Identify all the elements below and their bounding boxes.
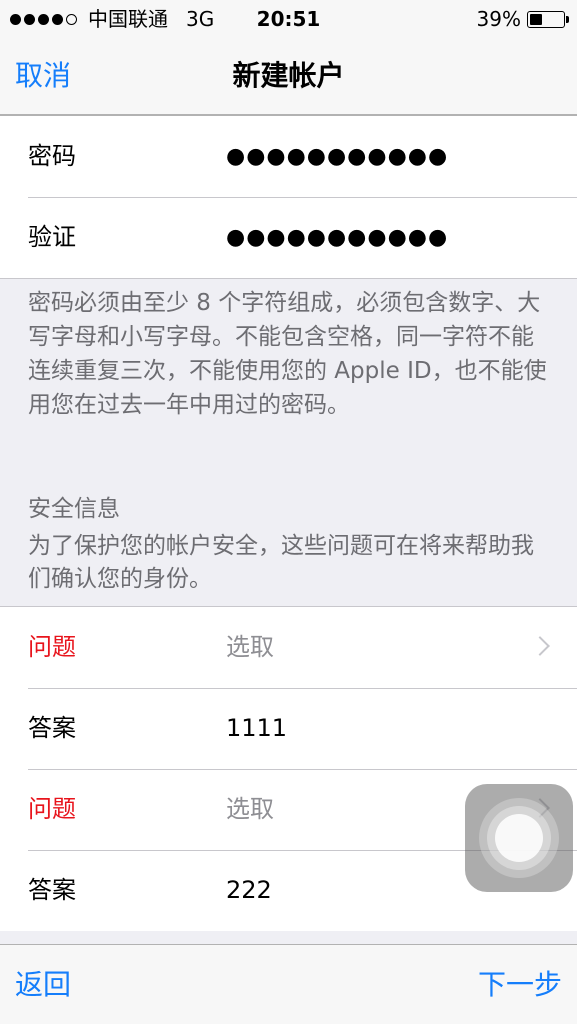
battery-level bbox=[530, 13, 543, 25]
password-group: 密码 ●●●●●●●●●●● 验证 ●●●●●●●●●●● bbox=[0, 116, 577, 279]
back-button[interactable]: 返回 bbox=[15, 945, 71, 1024]
answer-label: 答案 bbox=[28, 876, 76, 904]
next-step-button[interactable]: 下一步 bbox=[478, 945, 562, 1024]
answer-field[interactable]: 222 bbox=[226, 850, 272, 931]
answer-row-1[interactable]: 答案 1111 bbox=[0, 688, 577, 769]
answer-field[interactable]: 1111 bbox=[226, 688, 287, 769]
battery-icon bbox=[527, 10, 569, 28]
password-field[interactable]: ●●●●●●●●●●● bbox=[226, 116, 448, 197]
question-label: 问题 bbox=[28, 795, 76, 823]
status-bar: 中国联通 3G 20:51 39% bbox=[0, 0, 577, 38]
battery-percent: 39% bbox=[476, 7, 521, 31]
status-right: 39% bbox=[476, 0, 569, 38]
question-select[interactable]: 选取 bbox=[226, 607, 274, 688]
question-select[interactable]: 选取 bbox=[226, 769, 274, 850]
question-label: 问题 bbox=[28, 633, 76, 661]
question-row-1[interactable]: 问题 选取 bbox=[0, 607, 577, 688]
assistive-touch-button[interactable] bbox=[465, 784, 573, 892]
security-section-header: 安全信息 bbox=[28, 496, 120, 522]
password-label: 密码 bbox=[28, 142, 76, 170]
security-section-description: 为了保护您的帐户安全，这些问题可在将来帮助我们确认您的身份。 bbox=[28, 533, 534, 592]
password-row[interactable]: 密码 ●●●●●●●●●●● bbox=[0, 116, 577, 197]
verify-password-field[interactable]: ●●●●●●●●●●● bbox=[226, 197, 448, 278]
navigation-bar: 取消 新建帐户 bbox=[0, 38, 577, 116]
verify-row[interactable]: 验证 ●●●●●●●●●●● bbox=[0, 197, 577, 278]
password-requirements-note: 密码必须由至少 8 个字符组成，必须包含数字、大写字母和小写字母。不能包含空格，… bbox=[28, 290, 547, 418]
verify-label: 验证 bbox=[28, 223, 76, 251]
chevron-right-icon bbox=[530, 636, 550, 656]
answer-label: 答案 bbox=[28, 714, 76, 742]
page-title: 新建帐户 bbox=[232, 59, 345, 92]
bottom-toolbar: 返回 下一步 bbox=[0, 944, 577, 1024]
